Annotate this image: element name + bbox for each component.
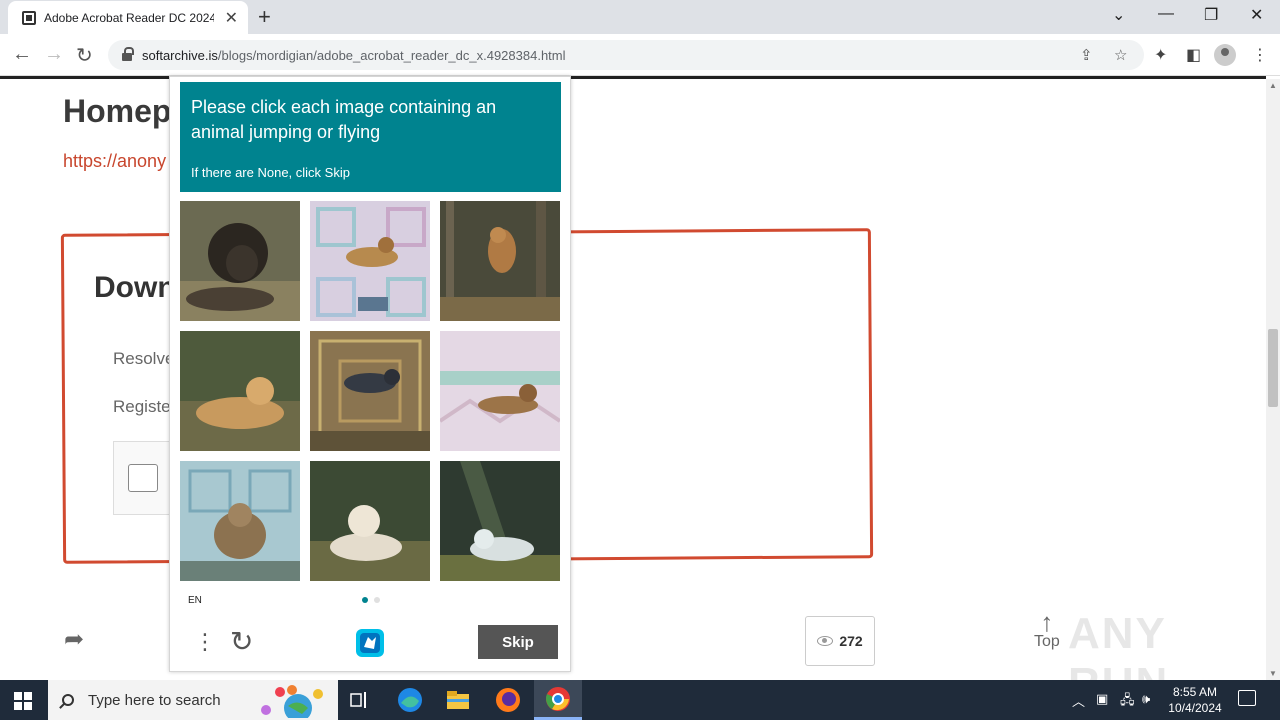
clock-time: 8:55 AM [1172,685,1218,699]
captcha-image-3[interactable] [440,201,560,321]
resolve-text: Resolve [113,349,175,368]
edge-browser-icon[interactable] [386,680,434,720]
captcha-image-5[interactable] [310,331,430,451]
captcha-challenge: Please click each image containing an an… [169,76,571,672]
close-tab-icon[interactable]: ✕ [225,8,238,28]
search-highlight-icon [261,685,323,718]
captcha-prompt-banner: Please click each image containing an an… [180,82,561,192]
network-icon[interactable]: 🖧 [1120,691,1135,713]
new-tab-button[interactable]: + [258,4,271,30]
restore-button[interactable]: ❐ [1204,5,1218,25]
firefox-icon[interactable] [484,680,532,720]
menu-kebab-icon[interactable]: ⋮ [1252,45,1268,65]
windows-start-icon[interactable] [14,692,32,710]
search-placeholder: Type here to search [88,691,221,709]
captcha-prompt: Please click each image containing an an… [191,97,497,142]
captcha-image-8[interactable] [310,461,430,581]
eye-icon [817,636,834,646]
file-explorer-icon[interactable] [434,680,482,720]
url-path: /blogs/mordigian/adobe_acrobat_reader_dc… [217,47,566,63]
scroll-thumb[interactable] [1268,329,1278,407]
taskbar-clock[interactable]: 8:55 AM 10/4/2024 [1160,684,1230,716]
show-hidden-icons[interactable]: ︿ [1072,691,1085,710]
side-panel-icon[interactable]: ◧ [1186,45,1201,65]
taskbar-search-box[interactable]: Type here to search [48,680,338,720]
close-window-button[interactable]: ✕ [1250,5,1263,25]
browser-tab[interactable]: Adobe Acrobat Reader DC 2024.0 ✕ [8,1,248,34]
hcaptcha-logo [356,629,384,657]
language-selector[interactable]: EN [188,595,202,606]
tab-title: Adobe Acrobat Reader DC 2024.0 [44,10,214,25]
share-page-icon[interactable]: ⇪ [1080,46,1093,64]
extensions-icon[interactable]: ✦ [1154,45,1167,65]
arrow-up-icon: ↑ [1040,607,1054,637]
captcha-image-grid [180,201,561,581]
lock-icon [122,47,134,61]
scroll-down-icon[interactable]: ▼ [1269,669,1277,678]
register-text: Registe [113,397,171,416]
notifications-icon[interactable] [1238,690,1256,706]
clock-date: 10/4/2024 [1168,701,1222,715]
anyrun-watermark: ANY RUN [1068,609,1167,680]
page-scrollbar[interactable]: ▲ ▼ [1266,79,1280,680]
volume-icon[interactable]: 🕪 [1142,691,1150,707]
captcha-checkbox[interactable] [128,464,158,492]
address-bar[interactable]: softarchive.is/blogs/mordigian/adobe_acr… [108,40,1144,70]
browser-toolbar: ← → ↻ softarchive.is/blogs/mordigian/ado… [0,34,1280,76]
page-dot-1 [362,597,368,603]
back-button[interactable]: ← [12,43,32,66]
scroll-up-icon[interactable]: ▲ [1269,81,1277,90]
tab-strip: Adobe Acrobat Reader DC 2024.0 ✕ + ⌄ — ❐… [0,0,1280,34]
captcha-instruction: If there are None, click Skip [191,165,350,180]
captcha-image-9[interactable] [440,461,560,581]
captcha-image-1[interactable] [180,201,300,321]
document-icon [22,10,36,25]
views-counter: 272 [805,616,875,666]
reload-button[interactable]: ↻ [76,43,93,68]
task-view-icon[interactable] [336,680,384,720]
homepage-link[interactable]: https://anony [63,151,166,172]
battery-icon[interactable]: ▣ [1096,691,1108,707]
minimize-button[interactable]: — [1158,5,1174,23]
page-indicator [362,597,380,603]
captcha-image-4[interactable] [180,331,300,451]
url-domain: softarchive.is [142,47,218,63]
profile-avatar[interactable] [1214,44,1236,66]
captcha-menu-icon[interactable]: ⋮ [194,629,216,655]
windows-taskbar: Type here to search ︿ ▣ 🖧 🕪 8:55 AM 10/4… [0,680,1280,720]
bookmark-star-icon[interactable]: ☆ [1114,46,1127,64]
chrome-icon[interactable] [534,680,582,720]
tab-search-icon[interactable]: ⌄ [1112,5,1125,25]
search-icon [62,694,74,706]
page-dot-2 [374,597,380,603]
forward-button[interactable]: → [44,43,64,66]
views-count: 272 [839,633,863,649]
download-heading: Down [94,271,176,304]
back-to-top-link[interactable]: ↑ Top [1034,607,1060,651]
captcha-image-6[interactable] [440,331,560,451]
top-label: Top [1034,633,1060,650]
captcha-image-7[interactable] [180,461,300,581]
refresh-challenge-icon[interactable]: ↻ [230,625,253,658]
homepage-heading: Homep [63,93,172,129]
share-icon[interactable]: ➦ [64,625,84,654]
captcha-image-2[interactable] [310,201,430,321]
skip-button[interactable]: Skip [478,625,558,659]
